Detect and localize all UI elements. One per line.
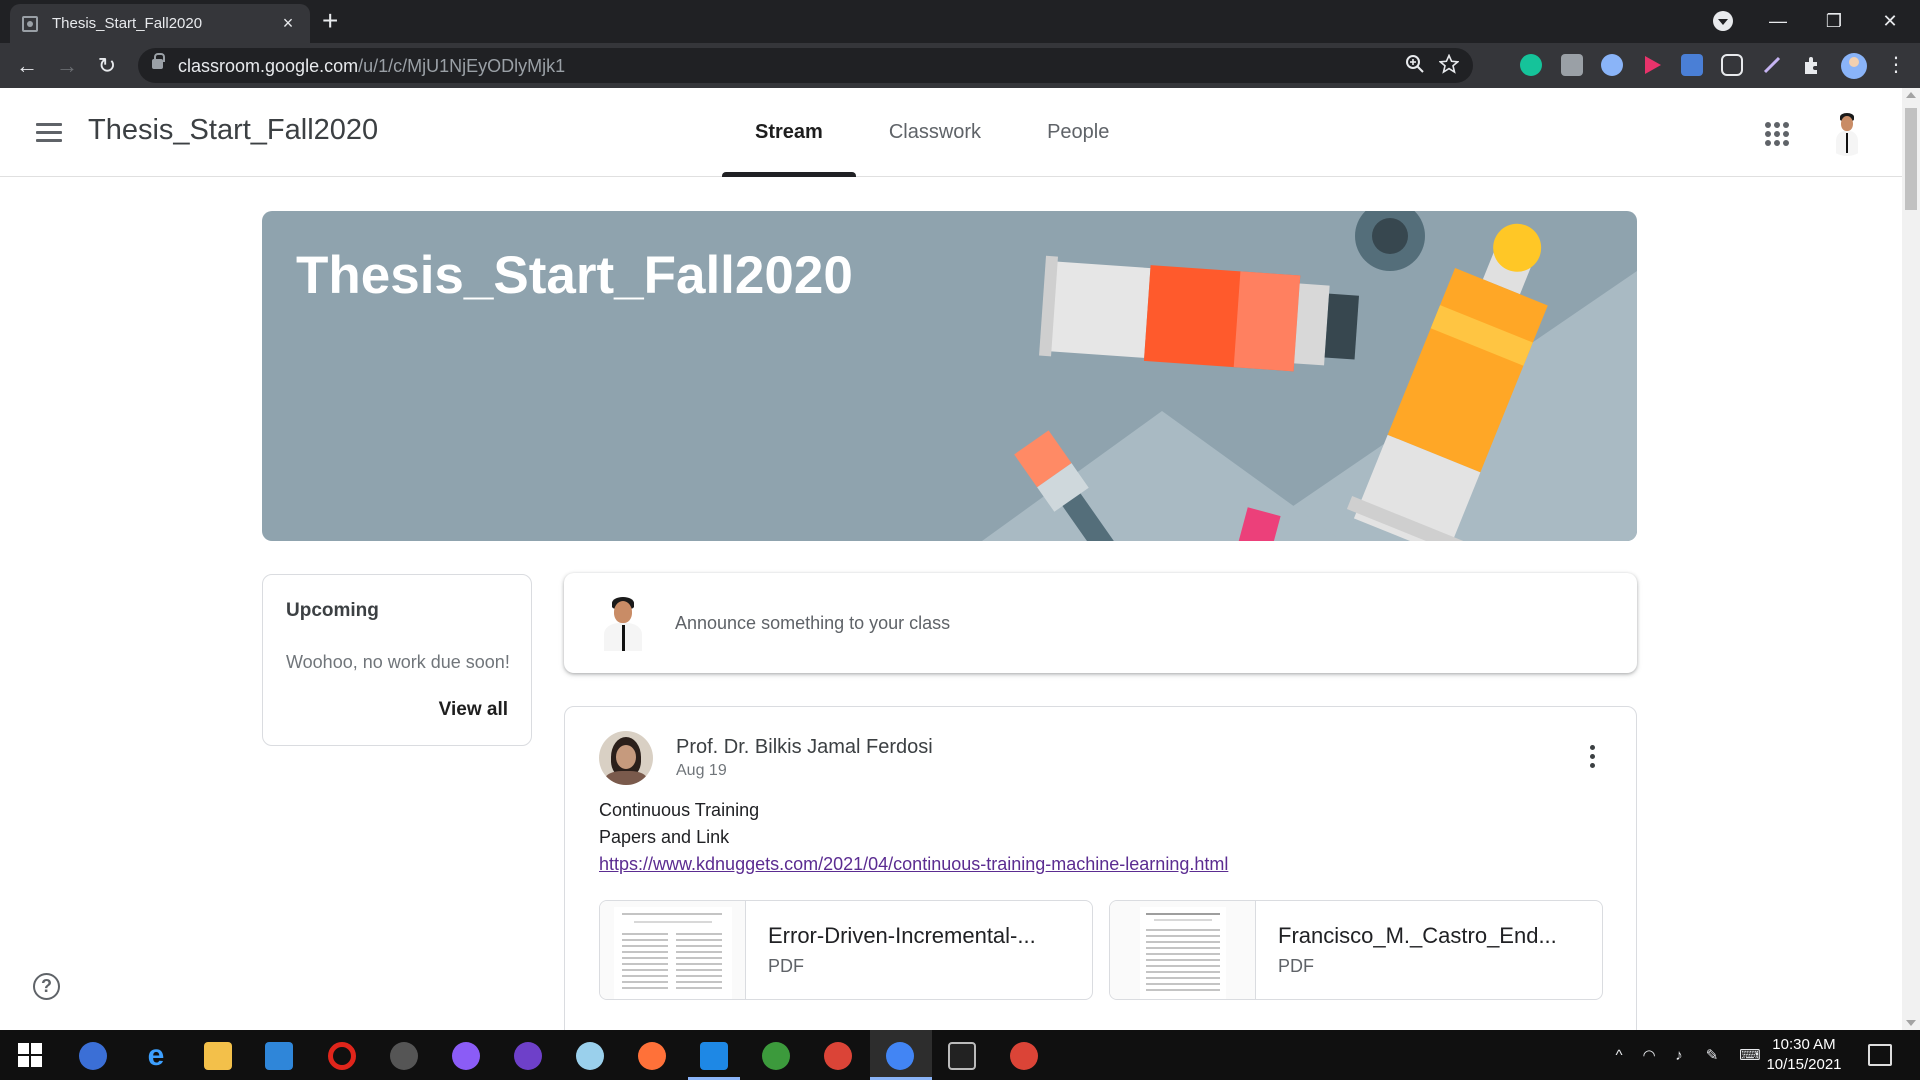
volume-icon[interactable]: ♪ (1664, 1047, 1694, 1064)
browser-toolbar: ← → ↻ classroom.google.com/u/1/c/MjU1NjE… (0, 43, 1920, 88)
main-menu-icon[interactable] (36, 123, 62, 143)
restore-button[interactable]: ❐ (1806, 11, 1862, 32)
attachment-type: PDF (1278, 956, 1314, 976)
bookmark-star-icon[interactable] (1439, 54, 1459, 74)
class-title[interactable]: Thesis_Start_Fall2020 (88, 114, 378, 147)
terminal-icon[interactable] (948, 1042, 976, 1070)
post-author: Prof. Dr. Bilkis Jamal Ferdosi (676, 736, 933, 758)
post-text-line: Papers and Link (599, 827, 730, 847)
paint-icon[interactable] (576, 1042, 604, 1070)
classroom-favicon-icon (22, 15, 38, 32)
chrome-menu-icon[interactable]: ⋮ (1886, 52, 1906, 77)
taskbar-clock[interactable]: 10:30 AM 10/15/2021 (1762, 1035, 1846, 1075)
post-link[interactable]: https://www.kdnuggets.com/2021/04/contin… (599, 854, 1228, 875)
back-arrow-icon[interactable]: ← (12, 51, 42, 81)
tab-people[interactable]: People (1014, 88, 1142, 177)
scroll-up-icon[interactable] (1906, 92, 1916, 98)
class-nav-tabs: Stream Classwork People (722, 88, 1142, 177)
lock-icon[interactable] (152, 53, 165, 69)
upcoming-message: Woohoo, no work due soon! (286, 652, 510, 672)
screen: Thesis_Start_Fall2020 × + — ❐ ✕ ← → ↻ cl… (0, 0, 1920, 1080)
attachment-card[interactable]: Francisco_M._Castro_End... PDF (1109, 900, 1603, 1000)
pen-icon[interactable]: ✎ (1694, 1046, 1730, 1064)
tab-classwork[interactable]: Classwork (856, 88, 1014, 177)
pdf-thumbnail (600, 901, 746, 999)
announce-placeholder[interactable]: Announce something to your class (675, 613, 950, 634)
new-tab-button[interactable]: + (322, 6, 338, 36)
window-controls: — ❐ ✕ (1750, 0, 1918, 43)
stream-post: Prof. Dr. Bilkis Jamal Ferdosi Aug 19 Co… (564, 706, 1637, 1036)
page-scrollbar[interactable] (1902, 88, 1920, 1030)
qbittorrent-icon[interactable] (79, 1042, 107, 1070)
forward-arrow-icon[interactable]: → (52, 51, 82, 81)
opera-icon[interactable] (328, 1042, 356, 1070)
grammarly-extension-icon[interactable] (1520, 54, 1542, 76)
download-extension-icon[interactable] (1681, 54, 1703, 76)
file-explorer-icon[interactable] (204, 1042, 232, 1070)
post-options-icon[interactable] (1590, 745, 1596, 772)
announce-box[interactable]: Announce something to your class (564, 573, 1637, 673)
vpn-extension-icon[interactable] (1601, 54, 1623, 76)
zoom-icon[interactable] (1405, 54, 1425, 74)
browser-tab[interactable]: Thesis_Start_Fall2020 × (10, 4, 310, 43)
browser-tab-title: Thesis_Start_Fall2020 (52, 15, 203, 32)
tab-stream[interactable]: Stream (722, 88, 856, 177)
close-window-button[interactable]: ✕ (1862, 11, 1918, 32)
github-desktop-icon[interactable] (514, 1042, 542, 1070)
firefox-icon[interactable] (638, 1042, 666, 1070)
account-avatar[interactable] (1824, 110, 1870, 156)
post-text-line: Continuous Training (599, 800, 760, 820)
help-icon[interactable]: ? (33, 973, 60, 1000)
attachment-name: Error-Driven-Incremental-... (768, 923, 1036, 948)
minimize-button[interactable]: — (1750, 11, 1806, 32)
clock-time: 10:30 AM (1772, 1036, 1836, 1053)
scroll-down-icon[interactable] (1906, 1020, 1916, 1026)
tab-close-icon[interactable]: × (278, 13, 298, 34)
class-banner: Thesis_Start_Fall2020 (262, 211, 1637, 541)
system-tray: ^ ◠ ♪ ✎ ⌨ (1604, 1030, 1770, 1080)
notifications-icon[interactable] (1868, 1044, 1892, 1066)
post-date[interactable]: Aug 19 (676, 762, 727, 780)
wifi-icon[interactable]: ◠ (1634, 1046, 1664, 1064)
camera-extension-icon[interactable] (1561, 54, 1583, 76)
address-bar[interactable]: classroom.google.com/u/1/c/MjU1NjEyODlyM… (138, 48, 1473, 83)
pdf-thumbnail (1110, 901, 1256, 999)
clock-date: 10/15/2021 (1766, 1056, 1842, 1073)
view-all-link[interactable]: View all (439, 699, 508, 721)
attachment-card[interactable]: Error-Driven-Incremental-... PDF (599, 900, 1093, 1000)
windows-start-icon[interactable] (18, 1043, 42, 1067)
tab-search-icon[interactable] (1713, 11, 1733, 31)
google-apps-icon[interactable] (1765, 122, 1789, 146)
url-text[interactable]: classroom.google.com/u/1/c/MjU1NjEyODlyM… (178, 56, 565, 77)
app-icon[interactable] (762, 1042, 790, 1070)
pen-extension-icon[interactable] (1761, 54, 1783, 76)
windows-taskbar: e ^ ◠ ♪ ✎ ⌨ 10:30 AM 10/15/2021 (0, 1030, 1920, 1080)
play-extension-icon[interactable] (1641, 54, 1663, 76)
attachment-name: Francisco_M._Castro_End... (1278, 923, 1557, 948)
messenger-icon[interactable] (452, 1042, 480, 1070)
scrollbar-thumb[interactable] (1905, 108, 1917, 210)
chrome-icon[interactable] (824, 1042, 852, 1070)
reload-icon[interactable]: ↻ (92, 51, 122, 81)
vscode-icon[interactable] (700, 1042, 728, 1070)
chrome-icon[interactable] (886, 1042, 914, 1070)
upcoming-card: Upcoming Woohoo, no work due soon! View … (262, 574, 532, 746)
chrome-profile-avatar[interactable] (1841, 53, 1867, 79)
banner-title[interactable]: Thesis_Start_Fall2020 (296, 245, 853, 306)
edge-icon[interactable]: e (142, 1041, 170, 1071)
app-icon[interactable] (390, 1042, 418, 1070)
chrome-icon[interactable] (1010, 1042, 1038, 1070)
extensions-puzzle-icon[interactable] (1801, 54, 1823, 76)
screen-extension-icon[interactable] (1721, 54, 1743, 76)
classroom-header: Thesis_Start_Fall2020 Stream Classwork P… (0, 88, 1902, 177)
attachment-type: PDF (768, 956, 804, 976)
omnibox-actions (1405, 54, 1459, 74)
mail-icon[interactable] (265, 1042, 293, 1070)
browser-tab-strip: Thesis_Start_Fall2020 × + — ❐ ✕ (0, 0, 1920, 43)
author-avatar (599, 731, 653, 785)
upcoming-heading: Upcoming (286, 600, 379, 621)
user-avatar (596, 597, 650, 651)
chevron-up-icon[interactable]: ^ (1604, 1047, 1634, 1064)
